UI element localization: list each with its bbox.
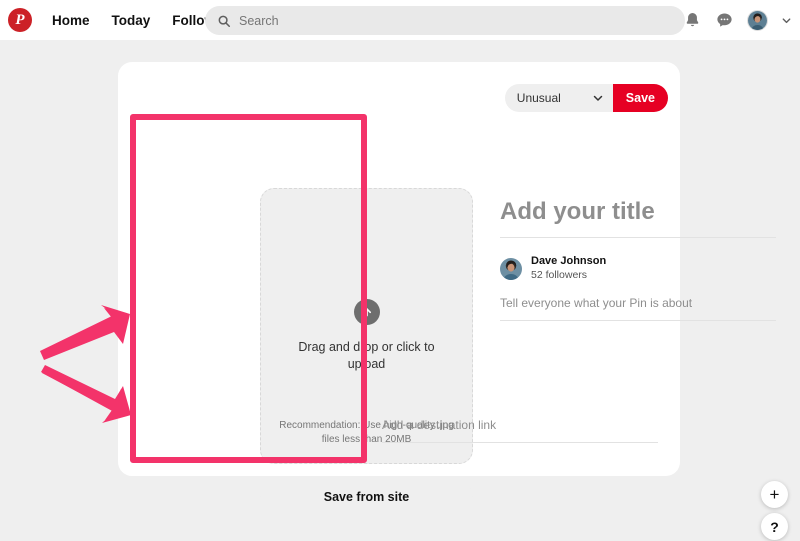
author-name: Dave Johnson xyxy=(531,255,607,267)
messages-chat-icon[interactable] xyxy=(715,11,734,30)
search-input[interactable]: Search xyxy=(205,6,685,35)
save-from-site-button[interactable]: Save from site xyxy=(260,480,473,513)
pinterest-logo-icon[interactable]: P xyxy=(8,8,32,32)
board-save-controls: Unusual Save xyxy=(504,84,668,112)
pin-author-meta: Dave Johnson 52 followers xyxy=(531,255,606,282)
upload-arrow-up-icon xyxy=(353,299,380,325)
notifications-bell-icon[interactable] xyxy=(683,11,702,30)
chevron-down-icon xyxy=(593,95,603,101)
user-avatar[interactable] xyxy=(500,257,522,280)
create-button[interactable]: + xyxy=(761,481,788,508)
profile-avatar[interactable] xyxy=(747,9,768,31)
user-avatar-image xyxy=(500,257,522,280)
media-upload-column: Drag and drop or click to upload Recomme… xyxy=(260,188,473,513)
board-selected-name: Unusual xyxy=(516,91,561,105)
pinterest-pin-builder-screen: P Home Today Following Search Unusual Sa… xyxy=(0,0,800,541)
pin-title-input[interactable]: Add your title xyxy=(500,198,776,238)
pinterest-logo-glyph: P xyxy=(15,11,25,28)
destination-link-input[interactable]: Add a destination link xyxy=(382,418,658,443)
search-icon xyxy=(218,15,231,27)
pin-details-column: Add your title Dave Johnson 52 followers xyxy=(500,198,776,322)
pin-author-row: Dave Johnson 52 followers xyxy=(500,255,776,282)
author-followers-count: 52 followers xyxy=(531,268,588,281)
header-actions xyxy=(683,0,792,40)
save-button[interactable]: Save xyxy=(612,84,668,112)
pin-create-card: Unusual Save Drag and drop or click to u… xyxy=(118,62,776,513)
nav-item-today[interactable]: Today xyxy=(112,13,151,28)
help-button[interactable]: ? xyxy=(761,513,788,540)
profile-avatar-image xyxy=(748,10,767,30)
top-navigation-bar: P Home Today Following Search xyxy=(0,0,800,40)
search-placeholder: Search xyxy=(239,13,279,28)
chevron-down-icon[interactable] xyxy=(781,15,792,26)
dropzone-prompt-text: Drag and drop or click to upload xyxy=(298,340,435,371)
board-selector-dropdown[interactable]: Unusual xyxy=(504,84,613,112)
nav-item-home[interactable]: Home xyxy=(52,13,90,28)
annotation-arrow-upper xyxy=(40,305,130,360)
pin-description-input[interactable]: Tell everyone what your Pin is about xyxy=(500,296,776,322)
